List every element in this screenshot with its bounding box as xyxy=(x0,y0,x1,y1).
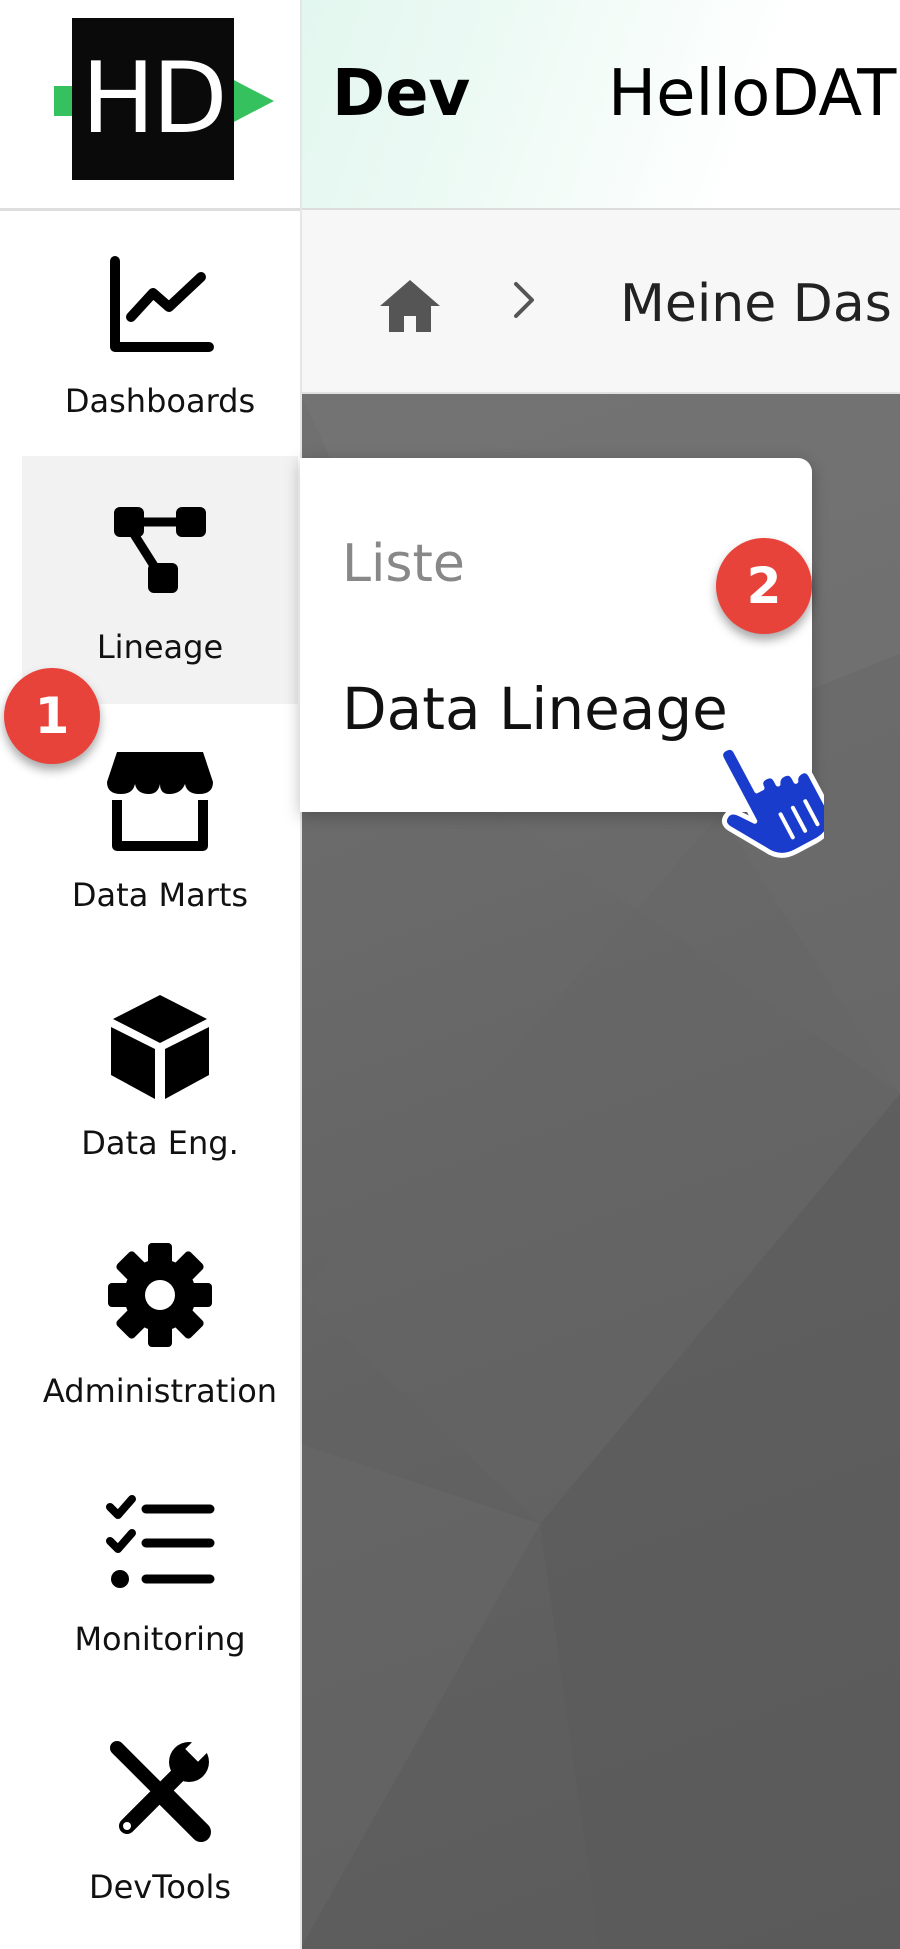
hand-cursor-icon xyxy=(718,744,824,858)
flyout-header: Liste xyxy=(342,534,465,594)
sidebar-item-label: Administration xyxy=(42,1372,278,1410)
sidebar-item-label: Data Marts xyxy=(71,876,249,914)
menu-item-data-lineage[interactable]: Data Lineage xyxy=(342,680,728,738)
sidebar: HD Dashboards Lineage Data Marts Data En… xyxy=(0,0,302,1949)
checklist-icon xyxy=(101,1484,219,1602)
step-badge-2: 2 xyxy=(716,538,812,634)
app-logo[interactable]: HD xyxy=(0,0,300,211)
environment-label: Dev xyxy=(332,57,471,131)
sidebar-item-data-eng[interactable]: Data Eng. xyxy=(22,952,298,1200)
logo-mark: HD xyxy=(72,18,234,180)
breadcrumb-current[interactable]: Meine Das xyxy=(620,278,892,330)
line-chart-icon xyxy=(101,246,219,364)
sidebar-item-label: DevTools xyxy=(88,1868,232,1906)
tools-icon xyxy=(101,1732,219,1850)
sidebar-item-lineage[interactable]: Lineage xyxy=(22,456,298,704)
step-badge-1: 1 xyxy=(4,668,100,764)
sidebar-item-dashboards[interactable]: Dashboards xyxy=(22,210,298,458)
sidebar-item-monitoring[interactable]: Monitoring xyxy=(22,1448,298,1696)
sidebar-item-label: Data Eng. xyxy=(81,1124,239,1162)
top-header: Dev HelloDAT xyxy=(300,0,900,210)
sidebar-item-label: Dashboards xyxy=(64,382,256,420)
breadcrumb: Meine Das xyxy=(300,210,900,394)
lineage-icon xyxy=(101,492,219,610)
logo-text: HD xyxy=(81,42,227,156)
sidebar-item-devtools[interactable]: DevTools xyxy=(22,1696,298,1944)
home-icon[interactable] xyxy=(376,276,444,336)
store-icon xyxy=(101,740,219,858)
sidebar-item-label: Monitoring xyxy=(74,1620,246,1658)
sidebar-item-label: Lineage xyxy=(96,628,224,666)
gear-icon xyxy=(101,1236,219,1354)
app-title[interactable]: HelloDAT xyxy=(608,62,896,126)
chevron-right-icon xyxy=(514,282,534,318)
app-window: Dev HelloDAT Meine Das HD Dashboards Lin… xyxy=(0,0,900,1949)
sidebar-item-administration[interactable]: Administration xyxy=(22,1200,298,1448)
cube-icon xyxy=(101,988,219,1106)
